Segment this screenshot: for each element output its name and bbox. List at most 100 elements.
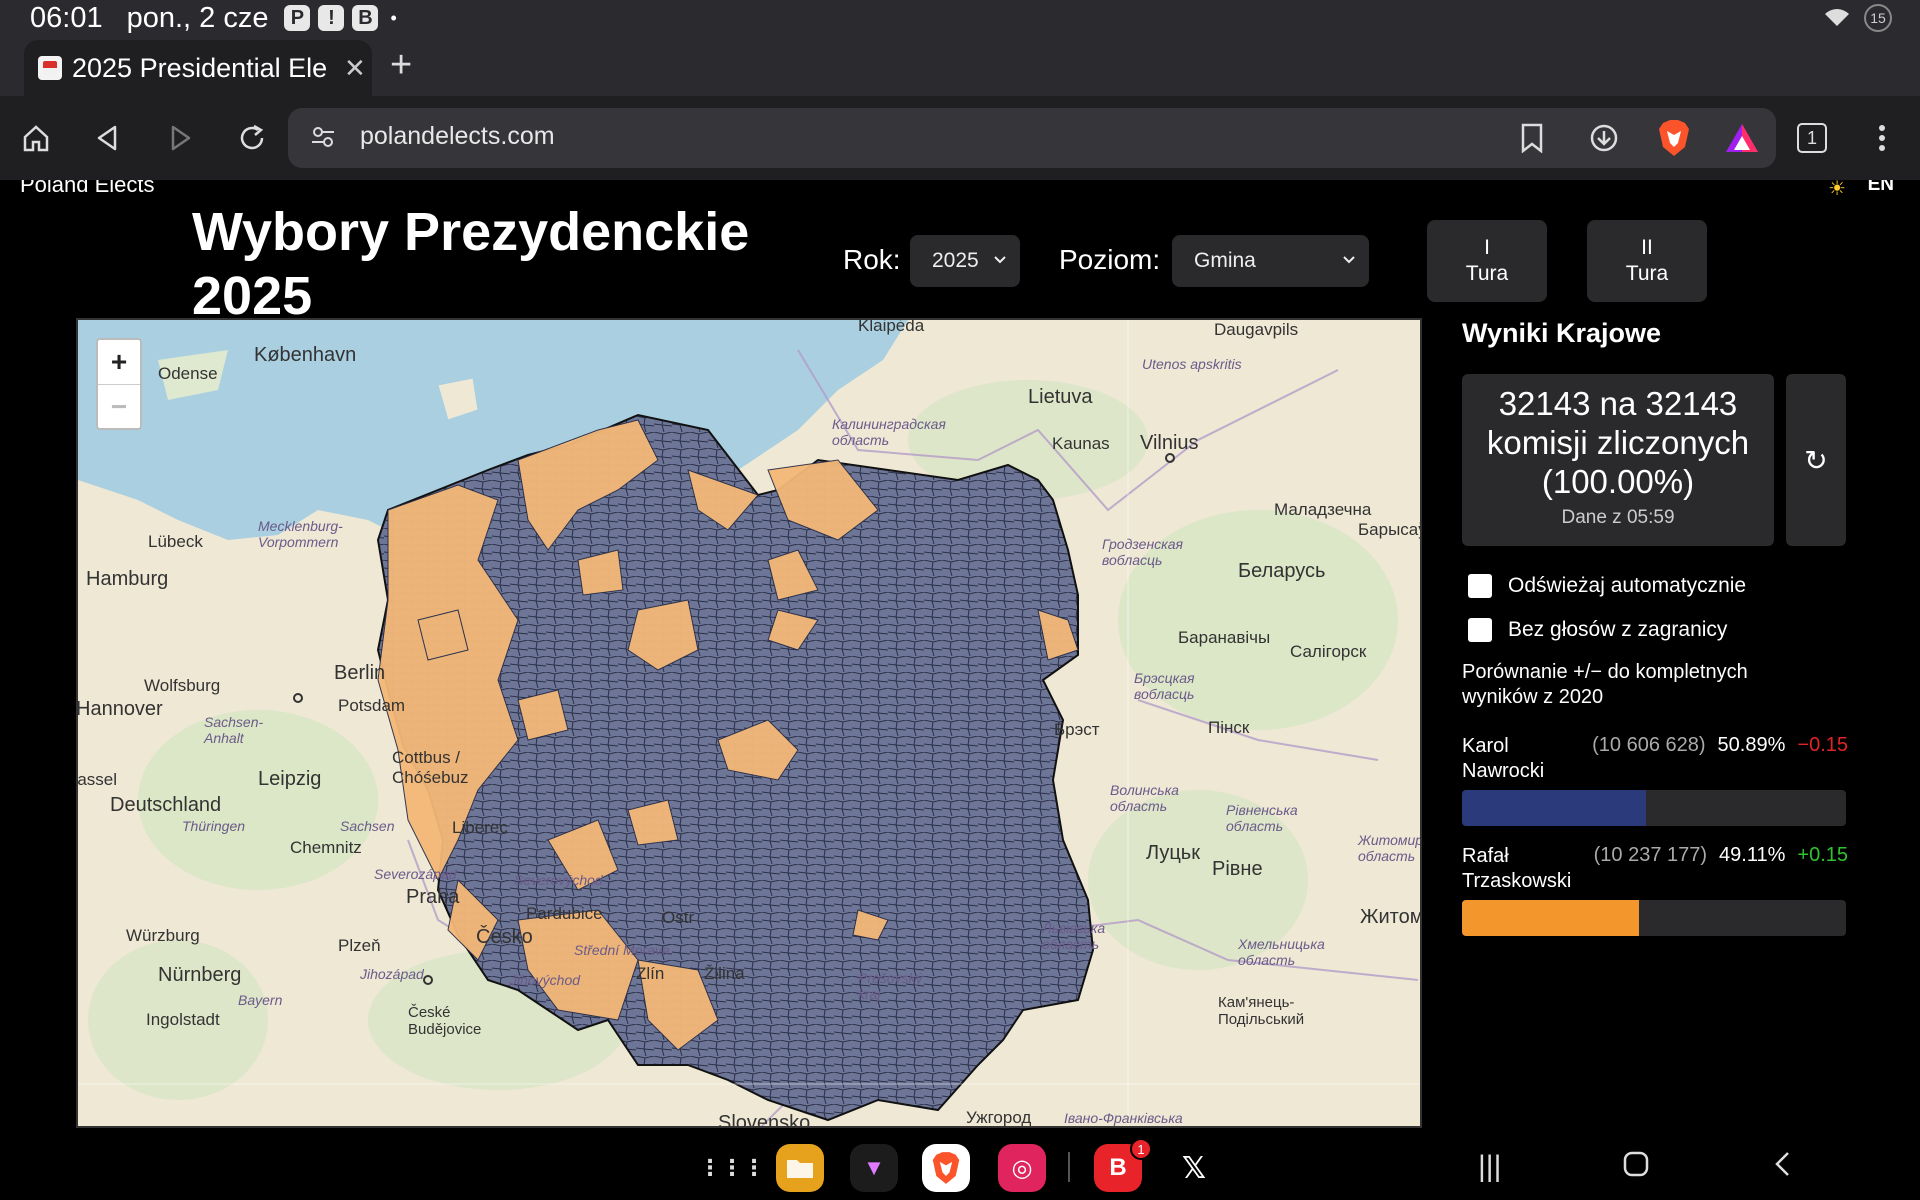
map-label: Пінск: [1208, 718, 1250, 737]
map-label: Львівська область: [1042, 920, 1106, 952]
round-2-numeral: II: [1641, 236, 1653, 259]
zoom-control: + −: [96, 338, 142, 430]
candidate-trzaskowski: Rafał Trzaskowski (10 237 177) 49.11% +0.1…: [1462, 844, 1848, 956]
map-label: Lübeck: [148, 532, 203, 551]
reload-icon[interactable]: [230, 116, 274, 160]
map-label: Žilina: [704, 964, 745, 983]
map-label: Severovýchod: [514, 872, 603, 888]
election-map[interactable]: + − Klaipėda Daugavpils Utenos apskritis…: [76, 318, 1422, 1128]
map-label: Калининградская область: [832, 416, 946, 448]
candidate-first-name: Karol: [1462, 735, 1509, 757]
download-icon[interactable]: [1582, 116, 1626, 160]
map-label: Рівне: [1212, 858, 1263, 880]
map-label: Cottbus / Chóśebuz: [392, 748, 469, 787]
zoom-out-button[interactable]: −: [98, 384, 140, 428]
map-label: Ужгород: [966, 1108, 1032, 1127]
map-label: Zlín: [636, 964, 665, 983]
round-1-button[interactable]: I Tura: [1427, 220, 1547, 302]
map-label: Житомирська область: [1358, 832, 1420, 864]
map-label: Sachsen: [340, 818, 395, 834]
map-label: Leipzig: [258, 768, 322, 790]
auto-refresh-checkbox[interactable]: [1468, 574, 1492, 598]
no-abroad-checkbox[interactable]: [1468, 618, 1492, 642]
level-value: Gmina: [1194, 249, 1256, 272]
language-toggle[interactable]: EN: [1868, 180, 1894, 196]
round-1-label: Tura: [1465, 262, 1509, 285]
map-label: Брэсцкая вобласць: [1134, 670, 1195, 702]
browser-tab[interactable]: 2025 Presidential Ele ✕: [24, 40, 372, 96]
camera-app-icon[interactable]: ◎: [998, 1144, 1046, 1192]
url-text: polandelects.com: [360, 122, 555, 150]
counted-summary: 32143 na 32143 komisji zliczonych (100.0…: [1462, 374, 1774, 546]
tab-switcher-button[interactable]: 1: [1790, 116, 1834, 160]
back-icon[interactable]: [86, 116, 130, 160]
candidate-bar-fill: [1462, 790, 1646, 826]
candidate-percent: 49.11%: [1719, 844, 1786, 866]
menu-icon[interactable]: [1860, 116, 1904, 160]
site-settings-icon[interactable]: [310, 124, 336, 150]
candidate-last-name: Nawrocki: [1462, 760, 1545, 782]
map-label: Kassel: [77, 770, 118, 789]
site-brand[interactable]: Poland Elects: [20, 180, 155, 198]
new-tab-button[interactable]: +: [390, 44, 412, 87]
auto-refresh-option[interactable]: Odświeżaj automatycznie: [1468, 574, 1746, 598]
map-label: Гродзенская вобласць: [1102, 536, 1184, 568]
app-drawer-icon[interactable]: ⋮⋮⋮: [699, 1144, 765, 1192]
map-label: Брэст: [1054, 720, 1100, 739]
b-app-icon: B: [352, 5, 379, 31]
round-2-label: Tura: [1625, 262, 1669, 285]
comparison-note: Porównanie +/− do kompletnych wyników z …: [1462, 661, 1748, 708]
level-select[interactable]: Gmina: [1172, 235, 1369, 287]
round-2-button[interactable]: II Tura: [1587, 220, 1707, 302]
more-notifications-icon: •: [390, 7, 397, 28]
map-label: Kaunas: [1052, 434, 1110, 453]
status-date: pon., 2 cze: [126, 1, 269, 34]
zoom-in-button[interactable]: +: [98, 340, 140, 384]
home-icon[interactable]: [14, 116, 58, 160]
bookmark-icon[interactable]: [1510, 116, 1554, 160]
map-label: Odense: [158, 364, 218, 383]
tab-title: 2025 Presidential Ele: [72, 52, 328, 83]
map-label: Hannover: [76, 698, 163, 720]
recent-apps-icon[interactable]: |||: [1478, 1150, 1501, 1184]
map-label: Klaipėda: [858, 318, 925, 335]
map-label: Mecklenburg-Vorpommern: [258, 518, 343, 550]
files-app-icon[interactable]: [776, 1144, 824, 1192]
refresh-icon: ↻: [1804, 444, 1828, 476]
map-label: Кам'янець-Подільський: [1218, 994, 1305, 1028]
close-tab-icon[interactable]: ✕: [344, 53, 366, 84]
candidate-percent: 50.89%: [1717, 734, 1786, 756]
map-label: Würzburg: [126, 926, 200, 945]
candidate-bar: [1462, 790, 1846, 826]
candidate-delta: −0.15: [1797, 734, 1848, 756]
home-nav-icon[interactable]: [1622, 1150, 1650, 1186]
map-label: Potsdam: [338, 696, 406, 715]
year-select[interactable]: 2025: [910, 235, 1020, 287]
brave-app-icon[interactable]: [922, 1144, 970, 1192]
counted-text: 32143 na 32143 komisji zliczonych (100.0…: [1486, 385, 1750, 500]
map-label: Liberec: [452, 818, 508, 837]
candidate-delta: +0.15: [1797, 844, 1848, 866]
candidate-bar-fill: [1462, 900, 1640, 936]
alert-icon: !: [318, 5, 345, 31]
brave-rewards-icon[interactable]: [1720, 116, 1764, 160]
map-label: Івано-Франківська: [1064, 1110, 1183, 1126]
brave-shields-icon[interactable]: [1652, 116, 1696, 160]
candidate-votes: (10 606 628): [1592, 734, 1706, 756]
refresh-button[interactable]: ↻: [1786, 374, 1846, 546]
map-label: Plzeň: [338, 936, 381, 955]
map-label: Vilnius: [1140, 432, 1199, 454]
no-abroad-option[interactable]: Bez głosów z zagranicy: [1468, 618, 1727, 642]
theme-toggle-icon[interactable]: ☀: [1828, 180, 1846, 201]
wifi-icon: [1825, 9, 1849, 26]
x-app-icon[interactable]: 𝕏: [1170, 1144, 1218, 1192]
candidate-bar: [1462, 900, 1846, 936]
map-label: København: [254, 344, 357, 366]
map-label: Ostr: [662, 908, 695, 927]
back-nav-icon[interactable]: [1772, 1150, 1792, 1186]
forward-icon[interactable]: [158, 116, 202, 160]
map-label: Thüringen: [182, 818, 246, 834]
map-label: Nürnberg: [158, 964, 242, 986]
vivid-app-icon[interactable]: ▼: [850, 1144, 898, 1192]
map-label: Slovensko: [718, 1112, 811, 1128]
